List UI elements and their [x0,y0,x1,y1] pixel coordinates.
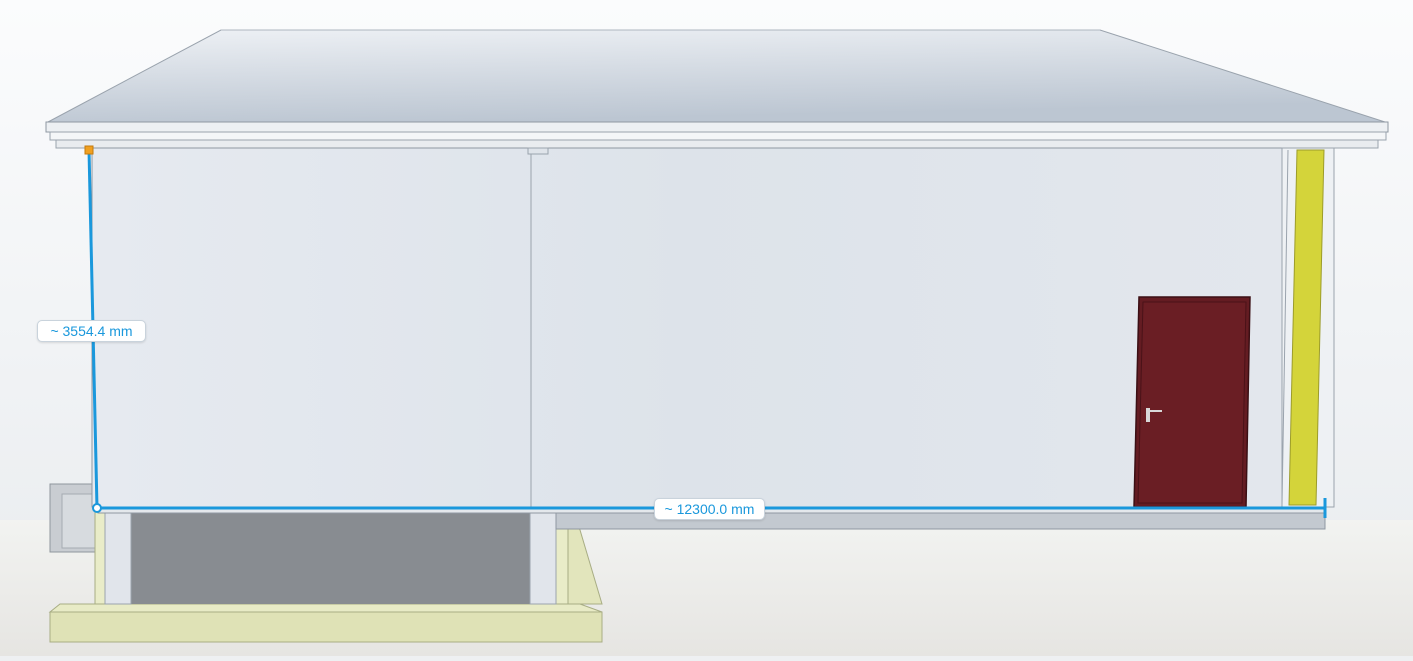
basement-column-right [529,507,557,605]
measure-origin-point [92,503,102,513]
foundation-left-wall [94,507,106,605]
door-handle-icon [1146,408,1150,422]
roof-fascia-top [45,121,1389,133]
facade-wall [91,147,1283,508]
foundation-slab [49,611,603,643]
roof-fascia-middle [49,131,1387,141]
basement-opening [105,508,556,604]
3d-model-viewport[interactable]: ~ 3554.4 mm ~ 12300.0 mm [0,0,1413,656]
roof-fascia-bottom [55,139,1379,149]
door-panel [1137,301,1247,504]
basement-column-left [104,507,132,605]
door-handle-lever [1150,410,1162,412]
facade-divider-cap [527,147,549,155]
width-measurement-label[interactable]: ~ 12300.0 mm [654,498,765,520]
building-model-svg[interactable] [0,0,1413,656]
height-measure-endpoint-marker [84,145,94,155]
foundation-top [48,603,603,613]
height-measurement-label[interactable]: ~ 3554.4 mm [37,320,146,342]
